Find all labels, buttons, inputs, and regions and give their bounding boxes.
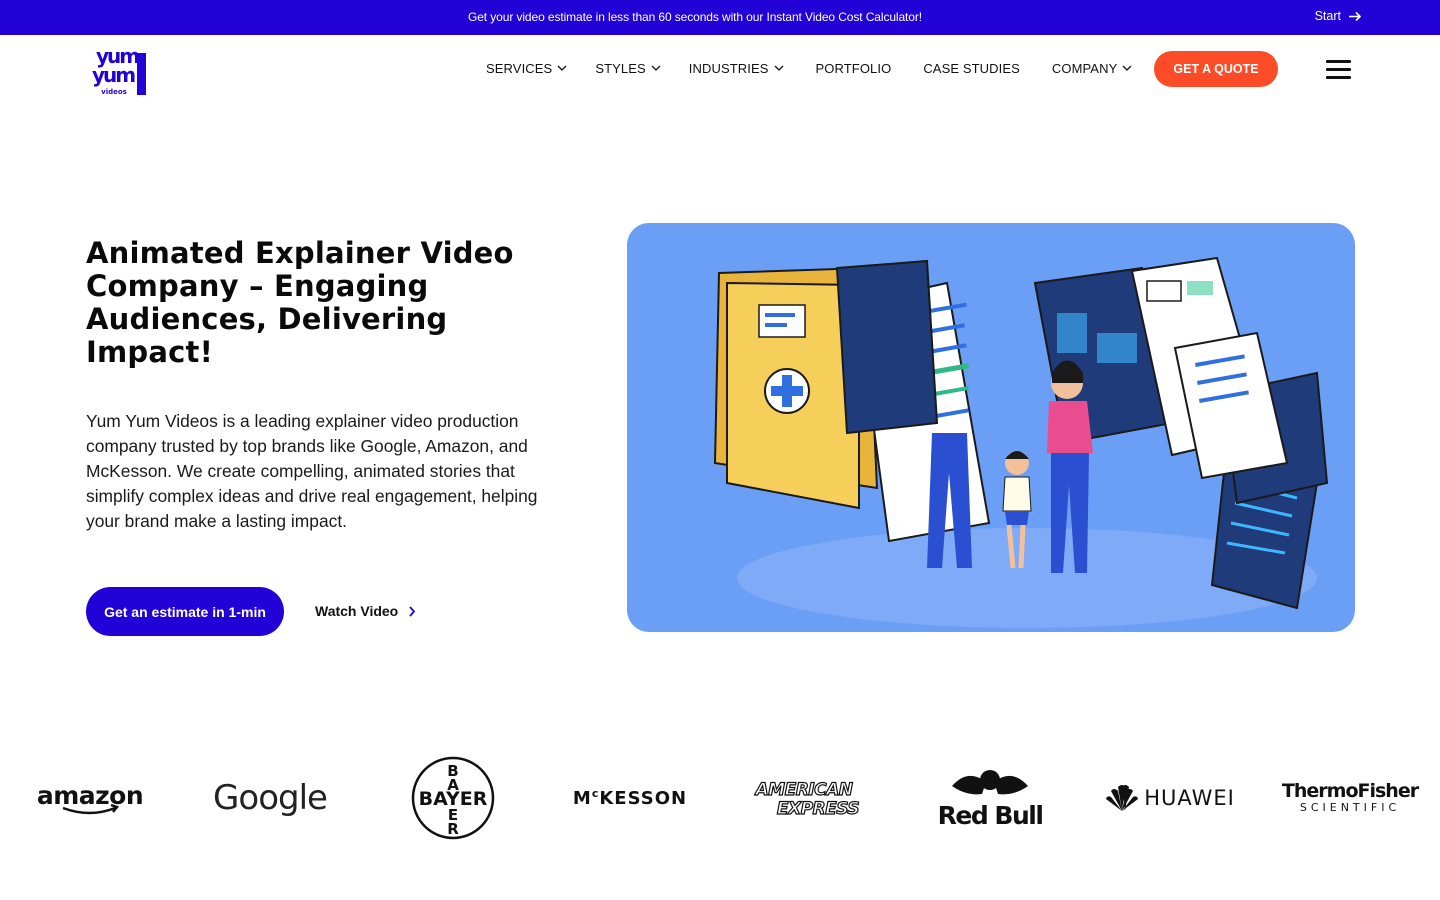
hero-illustration[interactable] — [627, 223, 1355, 632]
logo-text-bottom: videos — [101, 88, 127, 96]
announcement-message[interactable]: Get your video estimate in less than 60 … — [0, 10, 1390, 24]
watch-video-link[interactable]: Watch Video — [315, 603, 416, 619]
nav-item-portfolio[interactable]: PORTFOLIO — [816, 61, 892, 76]
nav-item-label: CASE STUDIES — [923, 61, 1020, 76]
announcement-start-link[interactable]: Start — [1315, 9, 1362, 23]
nav-item-label: INDUSTRIES — [688, 61, 769, 76]
nav-item-label: SERVICES — [486, 61, 553, 76]
get-a-quote-button[interactable]: GET A QUOTE — [1154, 51, 1278, 87]
svg-text:AMERICAN: AMERICAN — [754, 780, 853, 800]
announcement-bar: Get your video estimate in less than 60 … — [0, 0, 1440, 35]
chevron-down-icon — [651, 65, 661, 71]
nav-item-services[interactable]: SERVICES — [486, 61, 567, 76]
chevron-down-icon — [774, 65, 783, 71]
site-header: yum yum videos SERVICES STYLES INDUSTRIE… — [0, 35, 1440, 105]
nav-item-label: PORTFOLIO — [815, 61, 892, 76]
hero-description: Yum Yum Videos is a leading explainer vi… — [86, 411, 538, 531]
announcement-start-label: Start — [1314, 9, 1341, 23]
medical-records-illustration — [713, 256, 1329, 628]
mckesson-logo: McKESSON — [572, 786, 688, 809]
chevron-down-icon — [557, 65, 567, 71]
hero-title: Animated Explainer Video Company – Engag… — [86, 236, 514, 369]
google-logo: Google — [213, 777, 328, 818]
watch-video-label: Watch Video — [315, 603, 399, 619]
svg-text:R: R — [447, 820, 459, 838]
red-bull-logo: Red Bull — [935, 750, 1045, 845]
svg-text:EXPRESS: EXPRESS — [777, 799, 860, 819]
document-icon — [1130, 256, 1289, 480]
svg-text:A: A — [447, 776, 459, 794]
bayer-logo: BAYER B A E R — [410, 750, 496, 845]
nav-item-styles[interactable]: STYLES — [595, 61, 661, 76]
nav-item-case-studies[interactable]: CASE STUDIES — [923, 61, 1020, 76]
nav-item-company[interactable]: COMPANY — [1052, 61, 1132, 76]
amazon-logo: amazon — [30, 750, 150, 845]
hamburger-icon[interactable] — [1326, 60, 1351, 80]
svg-text:amazon: amazon — [37, 781, 143, 810]
nav-item-label: COMPANY — [1051, 61, 1118, 76]
get-estimate-button[interactable]: Get an estimate in 1-min — [86, 587, 284, 636]
nav-item-label: STYLES — [595, 61, 646, 76]
logo-text-mid: yum — [92, 63, 135, 87]
yumyum-logo[interactable]: yum yum videos — [86, 45, 148, 97]
client-logos-strip: amazon Google BAYER B A E R McKESSON AME… — [0, 750, 1440, 845]
huawei-logo: HUAWEI — [1098, 750, 1243, 845]
nav-item-industries[interactable]: INDUSTRIES — [689, 61, 784, 76]
american-express-logo: AMERICAN EXPRESS — [750, 750, 870, 845]
thermo-fisher-logo: ThermoFisher SCIENTIFIC — [1281, 779, 1419, 814]
chevron-down-icon — [1122, 65, 1132, 71]
chevron-right-icon — [409, 605, 416, 617]
main-nav: SERVICES STYLES INDUSTRIES PORTFOLIO CAS… — [486, 61, 1132, 76]
svg-text:Red Bull: Red Bull — [938, 801, 1042, 830]
arrow-right-icon — [1349, 11, 1362, 21]
